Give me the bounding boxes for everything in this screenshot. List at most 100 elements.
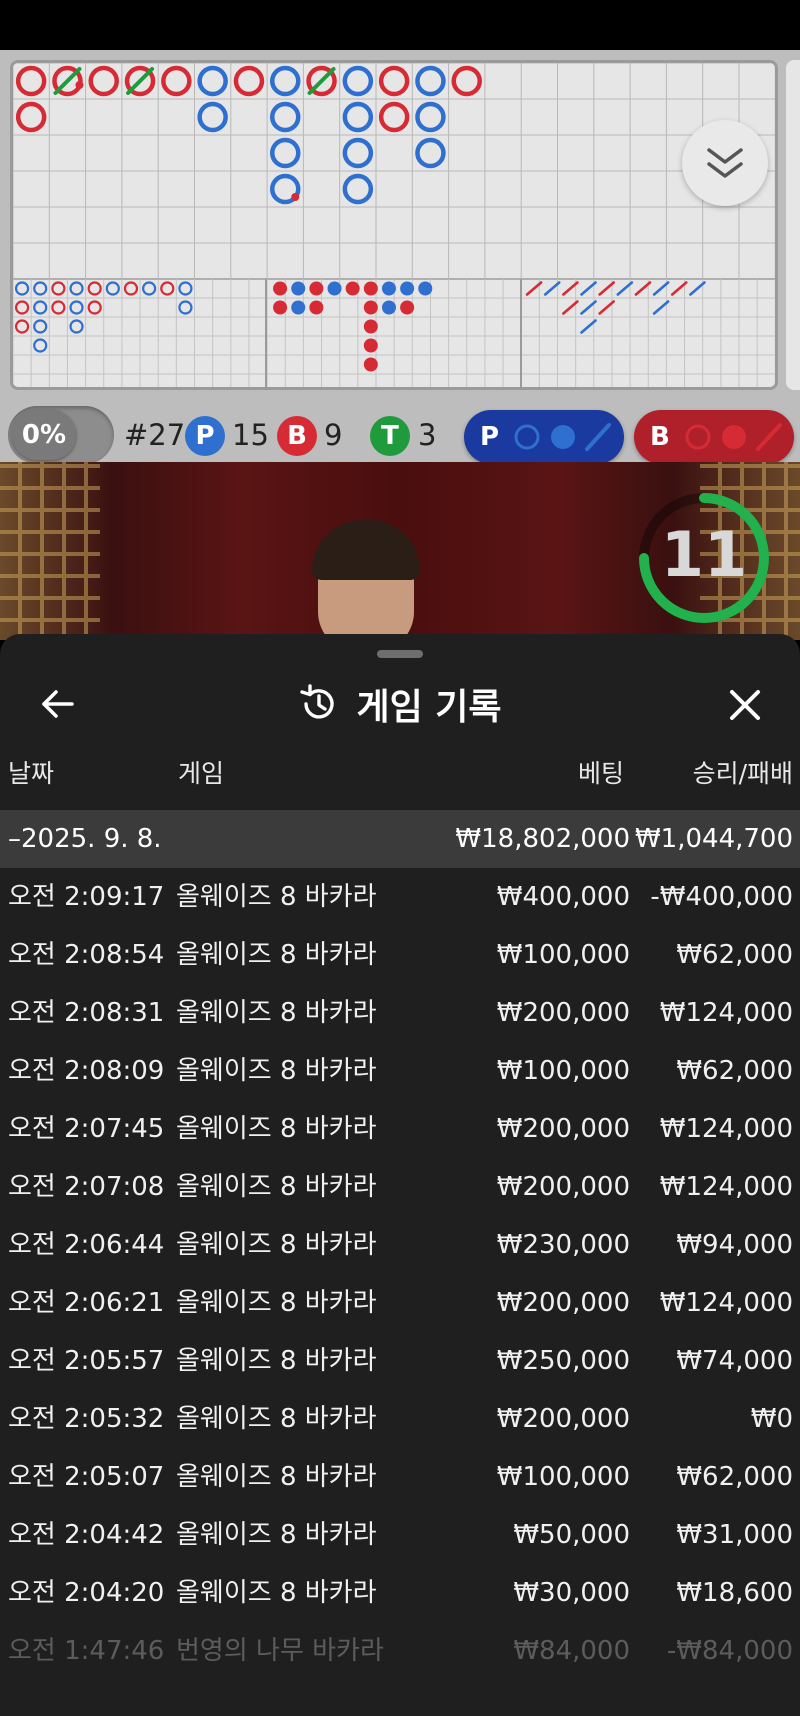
big-eye-mark: [33, 319, 48, 334]
history-row[interactable]: 오전 2:07:08 올웨이즈 8 바카라 ₩200,000 ₩124,000: [0, 1158, 800, 1216]
history-row[interactable]: 오전 2:09:17 올웨이즈 8 바카라 ₩400,000 -₩400,000: [0, 868, 800, 926]
dealer-hair: [312, 520, 420, 580]
big-road-mark: [378, 65, 410, 97]
row-time: 오전 2:07:08: [8, 1172, 165, 1202]
history-row[interactable]: 오전 2:05:57 올웨이즈 8 바카라 ₩250,000 ₩74,000: [0, 1332, 800, 1390]
row-result: ₩94,000: [676, 1230, 793, 1260]
small-road-mark: [363, 319, 378, 334]
row-bet: ₩230,000: [496, 1230, 630, 1260]
banker-predict-icons: [685, 423, 782, 451]
big-road-mark: [270, 65, 301, 97]
history-row[interactable]: 오전 2:07:45 올웨이즈 8 바카라 ₩200,000 ₩124,000: [0, 1100, 800, 1158]
row-bet: ₩200,000: [496, 1288, 630, 1318]
big-eye-mark: [87, 281, 102, 296]
row-game: 올웨이즈 8 바카라: [176, 882, 377, 912]
row-time: 오전 2:04:42: [8, 1520, 165, 1550]
big-eye-mark: [69, 300, 84, 315]
row-game: 올웨이즈 8 바카라: [176, 1288, 377, 1318]
column-header-game[interactable]: 게임: [178, 754, 224, 794]
group-result-total: ₩1,044,700: [634, 824, 793, 854]
big-eye-mark: [69, 281, 84, 296]
row-game: 번영의 나무 바카라: [176, 1636, 384, 1666]
row-game: 올웨이즈 8 바카라: [176, 1578, 377, 1608]
row-time: 오전 2:09:17: [8, 882, 165, 912]
group-date: –2025. 9. 8.: [8, 824, 162, 854]
row-time: 오전 2:06:21: [8, 1288, 165, 1318]
big-road-mark: [451, 65, 482, 97]
history-row[interactable]: 오전 2:08:09 올웨이즈 8 바카라 ₩100,000 ₩62,000: [0, 1042, 800, 1100]
column-header-date[interactable]: 날짜: [8, 754, 54, 794]
decor-lattice-left: [0, 462, 100, 640]
row-time: 오전 2:05:07: [8, 1462, 165, 1492]
history-row[interactable]: 오전 2:08:31 올웨이즈 8 바카라 ₩200,000 ₩124,000: [0, 984, 800, 1042]
banker-predict-label: B: [650, 422, 670, 452]
big-road-mark: [197, 65, 228, 97]
history-row[interactable]: 오전 2:04:42 올웨이즈 8 바카라 ₩50,000 ₩31,000: [0, 1506, 800, 1564]
row-result: ₩124,000: [659, 1114, 793, 1144]
row-game: 올웨이즈 8 바카라: [176, 1462, 377, 1492]
big-eye-mark: [51, 281, 66, 296]
row-time: 오전 2:08:54: [8, 940, 165, 970]
history-row[interactable]: 오전 2:05:32 올웨이즈 8 바카라 ₩200,000 ₩0: [0, 1390, 800, 1448]
column-header-result[interactable]: 승리/패배: [693, 754, 793, 794]
big-eye-mark: [123, 281, 139, 296]
player-count: 15: [232, 418, 269, 452]
status-bar: [0, 0, 800, 50]
roadmap-grid: [13, 63, 775, 387]
row-bet: ₩50,000: [513, 1520, 630, 1550]
row-bet: ₩200,000: [496, 1114, 630, 1144]
big-road-mark: [342, 65, 374, 97]
row-bet: ₩100,000: [496, 940, 630, 970]
big-road-mark: [233, 65, 265, 97]
banker-predict-button[interactable]: B: [634, 410, 794, 464]
back-button[interactable]: [34, 680, 82, 728]
collapse-roadmap-button[interactable]: [682, 120, 768, 206]
big-eye-mark: [14, 319, 30, 334]
big-eye-mark: [178, 300, 193, 315]
small-road-mark: [363, 338, 378, 353]
round-number: #27: [124, 418, 186, 452]
big-eye-mark: [178, 281, 193, 296]
percent-label: 0%: [12, 410, 76, 460]
player-predict-button[interactable]: P: [464, 410, 624, 464]
player-predict-icons: [514, 423, 612, 451]
row-result: ₩62,000: [676, 940, 793, 970]
small-road-mark: [273, 300, 288, 315]
close-button[interactable]: [720, 680, 770, 730]
history-row[interactable]: 오전 2:05:07 올웨이즈 8 바카라 ₩100,000 ₩62,000: [0, 1448, 800, 1506]
big-road-mark: [270, 101, 301, 133]
big-road-mark: [88, 65, 119, 97]
sheet-title: 게임 기록: [356, 687, 502, 728]
small-road-mark: [381, 281, 396, 296]
tie-count: 3: [418, 418, 437, 452]
row-time: 오전 2:08:09: [8, 1056, 165, 1086]
roadmap-stats: 0% #27 P 15 B 9 T 3 P B: [0, 396, 800, 464]
row-time: 오전 2:06:44: [8, 1230, 165, 1260]
percent-toggle[interactable]: 0%: [8, 406, 114, 464]
tie-badge: T: [370, 416, 410, 456]
big-road-mark: [415, 101, 446, 133]
date-group-row[interactable]: –2025. 9. 8. ₩18,802,000 ₩1,044,700: [0, 810, 800, 868]
big-eye-mark: [33, 338, 48, 353]
big-eye-mark: [142, 281, 157, 296]
column-header-bet[interactable]: 베팅: [578, 754, 624, 794]
history-row[interactable]: 오전 2:04:20 올웨이즈 8 바카라 ₩30,000 ₩18,600: [0, 1564, 800, 1622]
big-road-mark: [378, 101, 410, 133]
small-road-mark: [400, 300, 415, 315]
history-row[interactable]: 오전 1:47:46 번영의 나무 바카라 ₩84,000 -₩84,000: [0, 1622, 800, 1680]
banker-count: 9: [324, 418, 343, 452]
row-bet: ₩100,000: [496, 1056, 630, 1086]
small-road-mark: [363, 357, 378, 372]
big-eye-mark: [33, 300, 48, 315]
row-game: 올웨이즈 8 바카라: [176, 1520, 377, 1550]
row-bet: ₩84,000: [513, 1636, 630, 1666]
sheet-drag-handle[interactable]: [377, 650, 423, 658]
chevron-double-down-icon: [707, 148, 743, 178]
row-bet: ₩200,000: [496, 1404, 630, 1434]
arrow-left-icon: [42, 690, 74, 718]
history-row[interactable]: 오전 2:06:44 올웨이즈 8 바카라 ₩230,000 ₩94,000: [0, 1216, 800, 1274]
history-row[interactable]: 오전 2:06:21 올웨이즈 8 바카라 ₩200,000 ₩124,000: [0, 1274, 800, 1332]
history-row[interactable]: 오전 2:08:54 올웨이즈 8 바카라 ₩100,000 ₩62,000: [0, 926, 800, 984]
big-road-mark: [415, 137, 446, 169]
big-road-mark: [342, 101, 374, 133]
